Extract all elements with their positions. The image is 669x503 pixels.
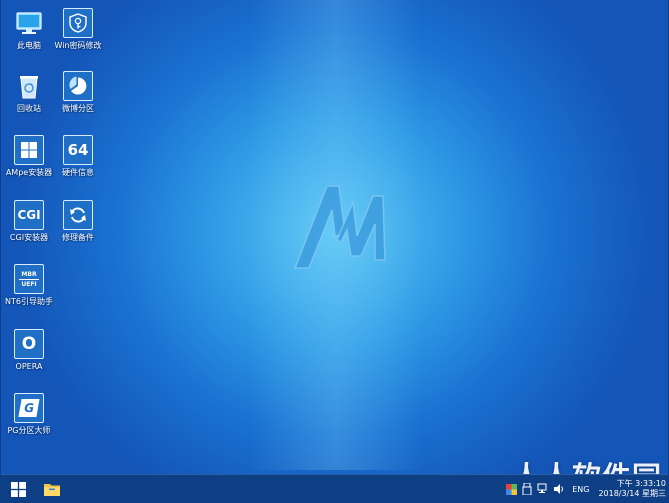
nt6-boot-helper-shortcut[interactable]: MBR UEFI NT6引导助手 (1, 264, 59, 307)
start-button[interactable] (5, 477, 31, 501)
icon-label: 硬件信息 (62, 168, 94, 177)
64bit-icon: 64 (63, 135, 93, 165)
system-tray: ENG 下午 3:33:10 2018/3/14 星期三 (503, 475, 666, 503)
folder-icon (44, 484, 60, 496)
pg-tile-text: G (22, 401, 36, 415)
partition-tool-icon: G (14, 393, 44, 423)
colorful-app-tray-icon[interactable] (505, 483, 517, 495)
network-icon[interactable] (537, 483, 549, 495)
repair-tool-shortcut[interactable]: 修理备件 (48, 200, 108, 243)
pg-partition-master-shortcut[interactable]: G PG分区大师 (1, 393, 59, 436)
taskbar-clock[interactable]: 下午 3:33:10 2018/3/14 星期三 (598, 479, 666, 499)
am-wallpaper-logo (293, 185, 386, 269)
logo-letter-m (336, 195, 386, 261)
usb-device-icon[interactable] (521, 483, 533, 495)
recycle-bin-icon (14, 71, 44, 101)
cgi-tile-text: CGI (17, 208, 41, 222)
windows-start-icon (10, 481, 26, 497)
opera-icon: O (14, 329, 44, 359)
hardware-info-shortcut[interactable]: 64 硬件信息 (48, 135, 108, 178)
clock-date: 2018/3/14 星期三 (598, 489, 666, 498)
icon-label: NT6引导助手 (5, 297, 53, 306)
cgi-icon: CGI (14, 200, 44, 230)
volume-icon[interactable] (553, 483, 565, 495)
icon-label: 微博分区 (62, 104, 94, 113)
taskbar: ENG 下午 3:33:10 2018/3/14 星期三 (1, 474, 668, 503)
icon-label: PG分区大师 (7, 426, 51, 435)
logo-letter-a (293, 185, 346, 269)
windows-logo-icon (14, 135, 44, 165)
hw-tile-text: 64 (67, 141, 89, 159)
refresh-icon (63, 200, 93, 230)
mbr-uefi-icon: MBR UEFI (14, 264, 44, 294)
icon-label: 修理备件 (62, 233, 94, 242)
input-language-indicator[interactable]: ENG (572, 485, 589, 494)
pie-chart-icon (63, 71, 93, 101)
win-password-shortcut[interactable]: Win密码修改 (48, 8, 108, 51)
opera-tile-text: O (21, 334, 37, 354)
key-shield-icon (63, 8, 93, 38)
mbr-tile-text: MBR (21, 270, 37, 278)
uefi-tile-text: UEFI (21, 280, 37, 288)
desktop: 此电脑 回收站 AMpe安装器 CGI CGI安装器 MBR UEFI NT6引… (0, 0, 669, 503)
clock-time: 下午 3:33:10 (616, 479, 666, 488)
file-explorer-button[interactable] (39, 477, 65, 501)
icon-label: OPERA (15, 362, 43, 371)
opera-shortcut[interactable]: O OPERA (1, 329, 59, 372)
partition-tool-shortcut[interactable]: 微博分区 (48, 71, 108, 114)
monitor-icon (14, 8, 44, 38)
icon-label: Win密码修改 (54, 41, 102, 50)
